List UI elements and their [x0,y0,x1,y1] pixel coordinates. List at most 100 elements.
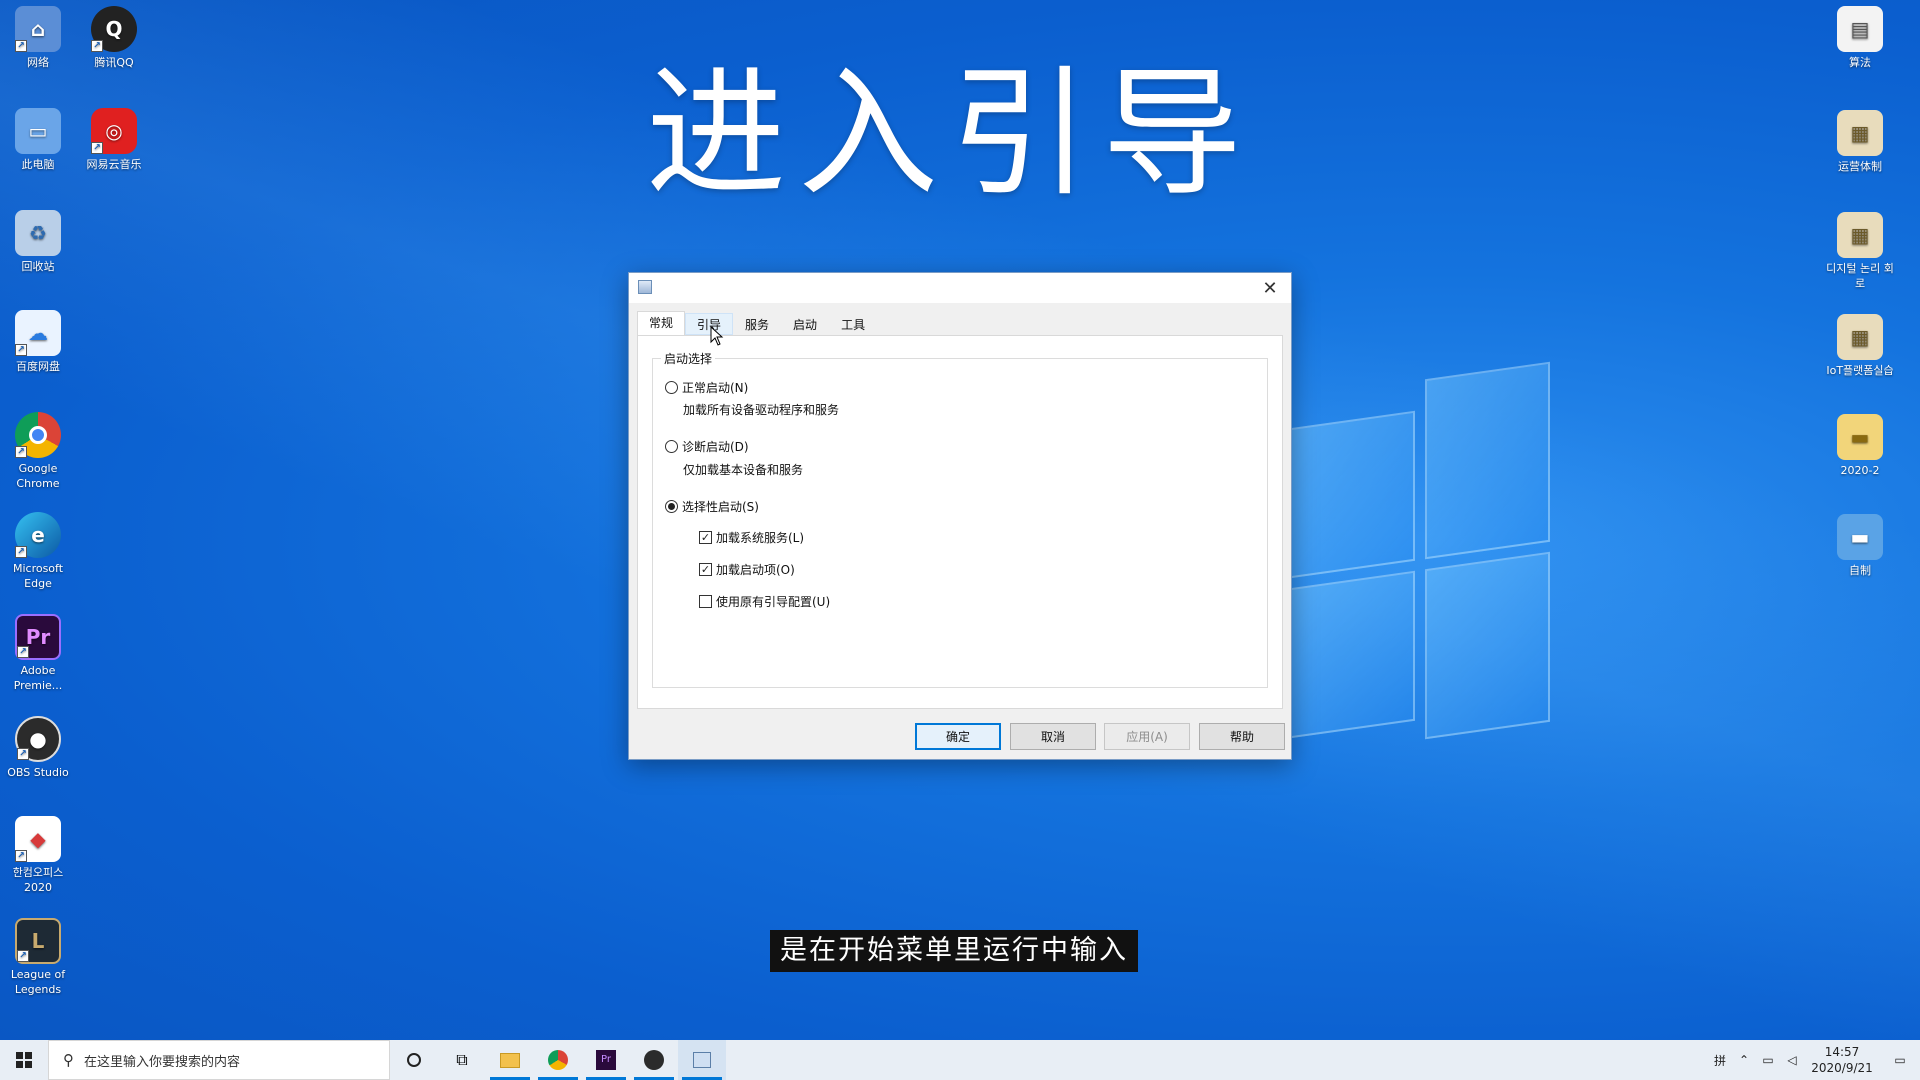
cortana-button[interactable] [390,1040,438,1080]
desktop-icon-league[interactable]: L ↗ League of Legends [0,918,76,997]
msconfig-app-icon [693,1052,711,1068]
tab-general[interactable]: 常规 [637,311,686,335]
desktop-icon-label: OBS Studio [7,766,69,779]
desktop-icon-right-5[interactable]: ▬ 2020-2 [1822,414,1898,478]
taskbar-file-explorer[interactable] [486,1040,534,1080]
checkbox-unchecked[interactable] [699,595,712,608]
radio-selective-startup[interactable]: 选择性启动(S) [665,498,759,515]
radio-normal-startup[interactable]: 正常启动(N) [665,379,748,396]
close-icon[interactable]: ✕ [1249,273,1291,303]
checkbox-use-original-boot[interactable]: 使用原有引导配置(U) [699,593,830,610]
taskbar-clock[interactable]: 14:57 2020/9/21 [1804,1044,1880,1076]
desktop-icon-right-3[interactable]: ▦ 디지털 논리 회로 [1822,212,1898,291]
desktop-icon-label: 自制 [1849,564,1871,577]
checkbox-checked[interactable]: ✓ [699,563,712,576]
desktop-icon-right-6[interactable]: ▬ 自制 [1822,514,1898,578]
desktop-icon-right-1[interactable]: ▤ 算法 [1822,6,1898,70]
clock-date: 2020/9/21 [1811,1061,1873,1075]
radio-diagnostic-startup[interactable]: 诊断启动(D) [665,438,749,455]
desktop-icon-label: Microsoft Edge [12,562,64,590]
tab-startup[interactable]: 启动 [781,313,829,335]
desktop-icon-qq[interactable]: Q ↗ 腾讯QQ [76,6,152,70]
chevron-up-icon[interactable]: ⌃ [1732,1040,1756,1080]
startup-selection-group: 启动选择 正常启动(N) 加载所有设备驱动程序和服务 诊断启动(D) 仅加载基本… [652,350,1268,688]
desktop-icon-label: 디지털 논리 회로 [1826,262,1894,290]
radio-button-selected[interactable] [665,500,678,513]
desktop-icon-hancom-office[interactable]: ◆ ↗ 한컴오피스 2020 [0,816,76,895]
notification-center-icon[interactable]: ▭ [1880,1040,1920,1080]
tab-services[interactable]: 服务 [733,313,781,335]
desktop-icon-label: IoT플랫폼실습 [1826,364,1894,377]
taskbar-chrome[interactable] [534,1040,582,1080]
taskbar-premiere[interactable]: Pr [582,1040,630,1080]
input-method-icon[interactable]: 拼 [1708,1040,1732,1080]
desktop-icon-recycle-bin[interactable]: ♻ 回收站 [0,210,76,274]
desktop-icon-chrome[interactable]: ↗ Google Chrome [0,412,76,491]
desktop-icon-right-2[interactable]: ▦ 运营体制 [1822,110,1898,174]
document-icon: ▤ [1837,6,1883,52]
desktop-icon-label: 百度网盘 [16,360,60,373]
search-placeholder: 在这里输入你要搜索的内容 [84,1054,241,1070]
folder-icon: ▬ [1837,414,1883,460]
taskbar-msconfig[interactable] [678,1040,726,1080]
task-view-button[interactable]: ⧉ [438,1040,486,1080]
archive-icon: ▦ [1837,110,1883,156]
mouse-cursor-icon [710,326,724,346]
tab-tools[interactable]: 工具 [829,313,877,335]
edge-icon: e ↗ [15,512,61,558]
desktop-icon-label: 2020-2 [1840,464,1880,477]
cancel-button[interactable]: 取消 [1010,723,1096,750]
dialog-tabs: 常规 引导 服务 启动 工具 [637,311,877,335]
diagnostic-startup-description: 仅加载基本设备和服务 [683,463,804,477]
ok-button[interactable]: 确定 [915,723,1001,750]
desktop-icon-obs[interactable]: ● ↗ OBS Studio [0,716,76,780]
checkbox-label: 加载系统服务(L) [716,531,805,545]
radio-label: 正常启动(N) [682,381,749,395]
premiere-icon: Pr ↗ [15,614,61,660]
taskbar-obs[interactable] [630,1040,678,1080]
tab-panel-general: 启动选择 正常启动(N) 加载所有设备驱动程序和服务 诊断启动(D) 仅加载基本… [637,335,1283,709]
desktop-icon-this-pc[interactable]: ▭ 此电脑 [0,108,76,172]
radio-label: 选择性启动(S) [682,500,759,514]
desktop-icon-edge[interactable]: e ↗ Microsoft Edge [0,512,76,591]
volume-icon[interactable]: ◁ [1780,1040,1804,1080]
desktop-icon-label: 此电脑 [21,158,55,171]
taskbar-search-box[interactable]: ⚲ 在这里输入你要搜索的内容 [48,1040,390,1080]
hancom-office-icon: ◆ ↗ [15,816,61,862]
checkbox-load-system-services[interactable]: ✓ 加载系统服务(L) [699,529,804,546]
start-button[interactable] [0,1040,48,1080]
radio-button[interactable] [665,381,678,394]
desktop-icon-netease-music[interactable]: ◎ ↗ 网易云音乐 [76,108,152,172]
video-title-overlay: 进入引导 [645,53,1254,216]
windows-wallpaper-logo [1290,361,1550,759]
desktop-icon-baidu-netdisk[interactable]: ☁ ↗ 百度网盘 [0,310,76,374]
checkbox-load-startup-items[interactable]: ✓ 加载启动项(O) [699,561,795,578]
desktop-icon-label: 网易云音乐 [86,158,142,171]
system-config-dialog: ✕ 常规 引导 服务 启动 工具 启动选择 正常启动(N) 加载所有设备驱动程序… [628,272,1292,760]
desktop-icon-label: 运营体制 [1838,160,1882,173]
msconfig-app-icon [638,280,652,294]
netease-music-icon: ◎ ↗ [91,108,137,154]
desktop-icon-label: 算法 [1849,56,1871,69]
taskbar: ⚲ 在这里输入你要搜索的内容 ⧉ Pr 拼 ⌃ ▭ ◁ 14:57 2020/9… [0,1040,1920,1080]
folder-icon: ▬ [1837,514,1883,560]
apply-button[interactable]: 应用(A) [1104,723,1190,750]
help-button[interactable]: 帮助 [1199,723,1285,750]
video-subtitle: 是在开始菜单里运行中输入 [770,930,1138,972]
dialog-titlebar[interactable]: ✕ [629,273,1291,303]
group-label: 启动选择 [661,350,716,367]
cortana-circle-icon [407,1053,421,1067]
task-view-icon: ⧉ [456,1050,468,1069]
desktop-icon-premiere[interactable]: Pr ↗ Adobe Premie... [0,614,76,693]
desktop-icon-network[interactable]: ⌂ ↗ 网络 [0,6,76,70]
network-status-icon[interactable]: ▭ [1756,1040,1780,1080]
archive-icon: ▦ [1837,212,1883,258]
network-icon: ⌂ ↗ [15,6,61,52]
checkbox-checked[interactable]: ✓ [699,531,712,544]
desktop-icon-label: 한컴오피스 2020 [12,866,64,894]
windows-start-icon [16,1052,32,1068]
radio-button[interactable] [665,440,678,453]
premiere-icon: Pr [596,1050,616,1070]
desktop-icon-right-4[interactable]: ▦ IoT플랫폼실습 [1822,314,1898,378]
recycle-bin-icon: ♻ [15,210,61,256]
